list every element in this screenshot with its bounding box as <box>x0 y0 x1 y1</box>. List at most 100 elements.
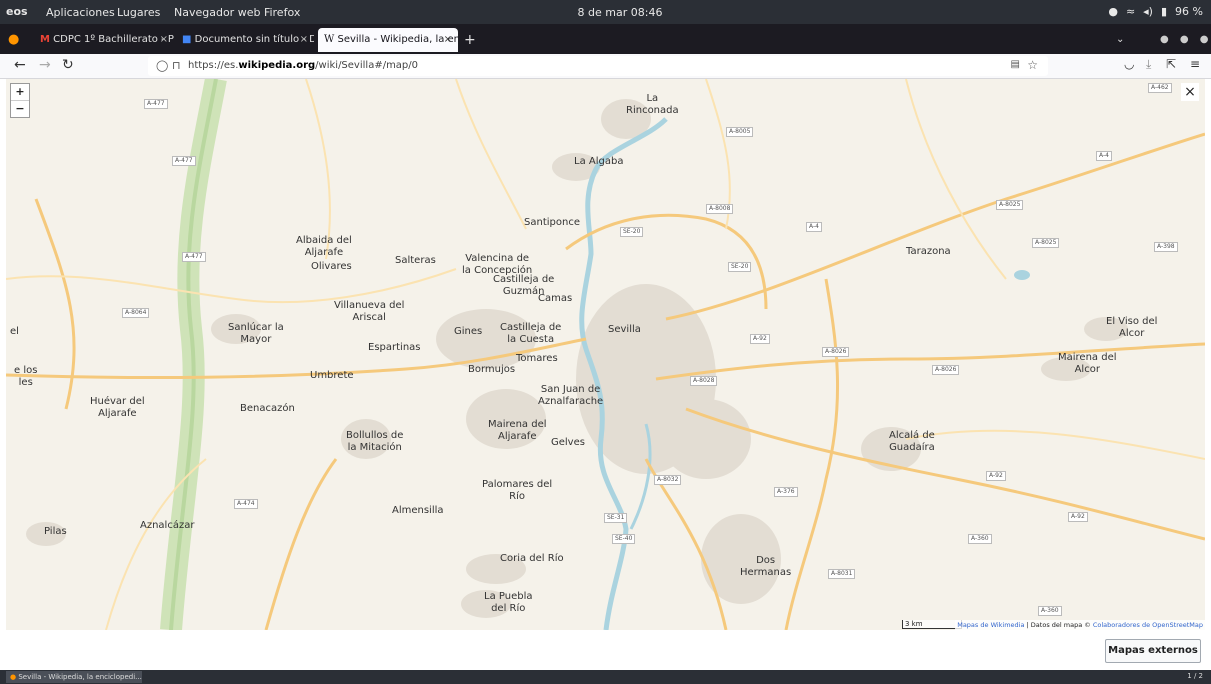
current-app-menu[interactable]: Navegador web Firefox <box>174 6 300 19</box>
place-label: El Viso del Alcor <box>1106 316 1158 339</box>
zoom-in-button[interactable]: + <box>11 84 29 101</box>
tab-gmail[interactable]: M CDPC 1º Bachillerato - Pr × <box>36 28 174 52</box>
road-shield: A-477 <box>172 156 196 166</box>
applications-menu[interactable]: Aplicaciones <box>46 6 115 19</box>
place-label: Sevilla <box>608 324 641 335</box>
lock-icon[interactable]: ⊓ <box>172 59 181 72</box>
place-label: e los les <box>14 365 38 388</box>
tab-label: Sevilla - Wikipedia, la enc <box>337 34 458 45</box>
back-icon[interactable]: ← <box>14 57 26 73</box>
wifi-icon[interactable]: ≈ <box>1126 5 1135 18</box>
road-shield: A-8064 <box>122 308 150 318</box>
tab-label: CDPC 1º Bachillerato - Pr <box>53 34 174 45</box>
place-label: La Algaba <box>574 156 624 167</box>
road-shield: SE-20 <box>728 262 752 272</box>
place-label: Dos Hermanas <box>740 555 792 578</box>
place-label: Coria del Río <box>500 553 564 564</box>
place-label: Albaida del Aljarafe <box>296 235 352 258</box>
volume-icon[interactable]: ◂) <box>1143 5 1153 18</box>
shield-icon[interactable]: ◯ <box>156 59 168 72</box>
tab-label: Documento sin título - Do <box>194 34 314 45</box>
road-shield: A-376 <box>774 487 798 497</box>
firefox-view-icon[interactable]: ● <box>8 28 28 52</box>
place-label: Almensilla <box>392 505 444 516</box>
place-label: Pilas <box>44 526 67 537</box>
list-tabs-icon[interactable]: ⌄ <box>1116 28 1130 52</box>
downloads-icon[interactable]: ⤓ <box>1146 57 1151 72</box>
tab-wikipedia-active[interactable]: W Sevilla - Wikipedia, la enc × <box>318 28 458 52</box>
zoom-control: + − <box>10 83 30 118</box>
url-text[interactable]: https://es.wikipedia.org/wiki/Sevilla#/m… <box>188 60 418 71</box>
window-controls[interactable]: ● ● ● <box>1160 28 1210 52</box>
place-label: Camas <box>538 293 573 304</box>
taskbar-item-label: Sevilla - Wikipedia, la enciclopedi... <box>18 673 142 681</box>
road-shield: A-92 <box>986 471 1006 481</box>
road-shield: A-8005 <box>726 127 754 137</box>
workspace-pager[interactable]: 1 / 2 <box>1187 672 1203 680</box>
system-tray[interactable]: ● ≈ ◂) ▮ 96 % <box>1108 5 1203 18</box>
place-label: Castilleja de la Cuesta <box>500 322 562 345</box>
pocket-icon[interactable]: ◡ <box>1124 57 1134 71</box>
road-shield: A-398 <box>1154 242 1178 252</box>
osm-contributors-link[interactable]: Colaboradores de OpenStreetMap <box>1093 621 1203 629</box>
tab-docs[interactable]: ■ Documento sin título - Do × <box>178 28 314 52</box>
place-label: Umbrete <box>310 370 354 381</box>
settings-icon[interactable]: ● <box>1108 5 1118 18</box>
map-attribution: Mapas de Wikimedia | Datos del mapa © Co… <box>955 620 1205 630</box>
places-menu[interactable]: Lugares <box>117 6 160 19</box>
place-label: Aznalcázar <box>140 520 195 531</box>
place-label: Olivares <box>311 261 352 272</box>
attribution-text: | Datos del mapa © <box>1024 621 1093 629</box>
road-shield: A-8026 <box>932 365 960 375</box>
docs-icon: ■ <box>182 34 192 45</box>
road-shield: A-8031 <box>828 569 856 579</box>
map-view[interactable]: La Rinconada La Algaba Santiponce Albaida d… <box>6 79 1205 630</box>
place-label: Bormujos <box>468 364 516 375</box>
zoom-out-button[interactable]: − <box>11 101 29 117</box>
road-shield: A-477 <box>182 252 206 262</box>
wikipedia-icon: W <box>324 34 335 45</box>
place-label: Espartinas <box>368 342 421 353</box>
road-shield: A-8028 <box>690 376 718 386</box>
place-label: Huévar del Aljarafe <box>90 396 145 419</box>
eos-logo[interactable]: eos <box>6 5 28 18</box>
road-shield: A-4 <box>1096 151 1112 161</box>
wikimedia-maps-link[interactable]: Mapas de Wikimedia <box>957 621 1024 629</box>
extensions-icon[interactable]: ⇱ <box>1166 57 1176 71</box>
place-label: Alcalá de Guadaíra <box>889 430 935 453</box>
close-tab-icon[interactable]: × <box>444 28 452 52</box>
road-shield: A-8008 <box>706 204 734 214</box>
menu-icon[interactable]: ≡ <box>1190 57 1200 71</box>
taskbar: ● Sevilla - Wikipedia, la enciclopedi...… <box>0 670 1211 684</box>
reload-icon[interactable]: ↻ <box>62 57 74 73</box>
road-shield: A-462 <box>1148 83 1172 93</box>
road-shield: A-8026 <box>822 347 850 357</box>
close-tab-icon[interactable]: × <box>160 28 168 52</box>
reader-view-icon[interactable]: ▤ <box>1011 59 1020 70</box>
close-map-button[interactable]: × <box>1181 83 1199 101</box>
url-bar[interactable]: ◯ ⊓ https://es.wikipedia.org/wiki/Sevill… <box>148 56 1048 76</box>
place-label: Salteras <box>395 255 436 266</box>
place-label: Mairena del Alcor <box>1058 352 1117 375</box>
road-shield: A-477 <box>144 99 168 109</box>
external-maps-button[interactable]: Mapas externos <box>1105 639 1201 663</box>
taskbar-item-firefox[interactable]: ● Sevilla - Wikipedia, la enciclopedi... <box>6 671 142 683</box>
road-shield: A-8025 <box>1032 238 1060 248</box>
place-label: Sanlúcar la Mayor <box>228 322 284 345</box>
place-label: Gelves <box>551 437 585 448</box>
forward-icon[interactable]: → <box>39 57 51 73</box>
place-label: San Juan de Aznalfarache <box>538 384 604 407</box>
battery-icon[interactable]: ▮ <box>1161 5 1167 18</box>
place-label: Benacazón <box>240 403 295 414</box>
road-shield: A-92 <box>1068 512 1088 522</box>
place-label: Palomares del Río <box>482 479 553 502</box>
road-shield: A-8025 <box>996 200 1024 210</box>
close-tab-icon[interactable]: × <box>300 28 308 52</box>
clock[interactable]: 8 de mar 08:46 <box>560 6 680 19</box>
bookmark-star-icon[interactable]: ☆ <box>1027 58 1038 72</box>
road-shield: A-360 <box>968 534 992 544</box>
road-shield: SE-31 <box>604 513 628 523</box>
new-tab-button[interactable]: + <box>464 28 480 52</box>
road-shield: A-8032 <box>654 475 682 485</box>
place-label: Villanueva del Ariscal <box>334 300 405 323</box>
